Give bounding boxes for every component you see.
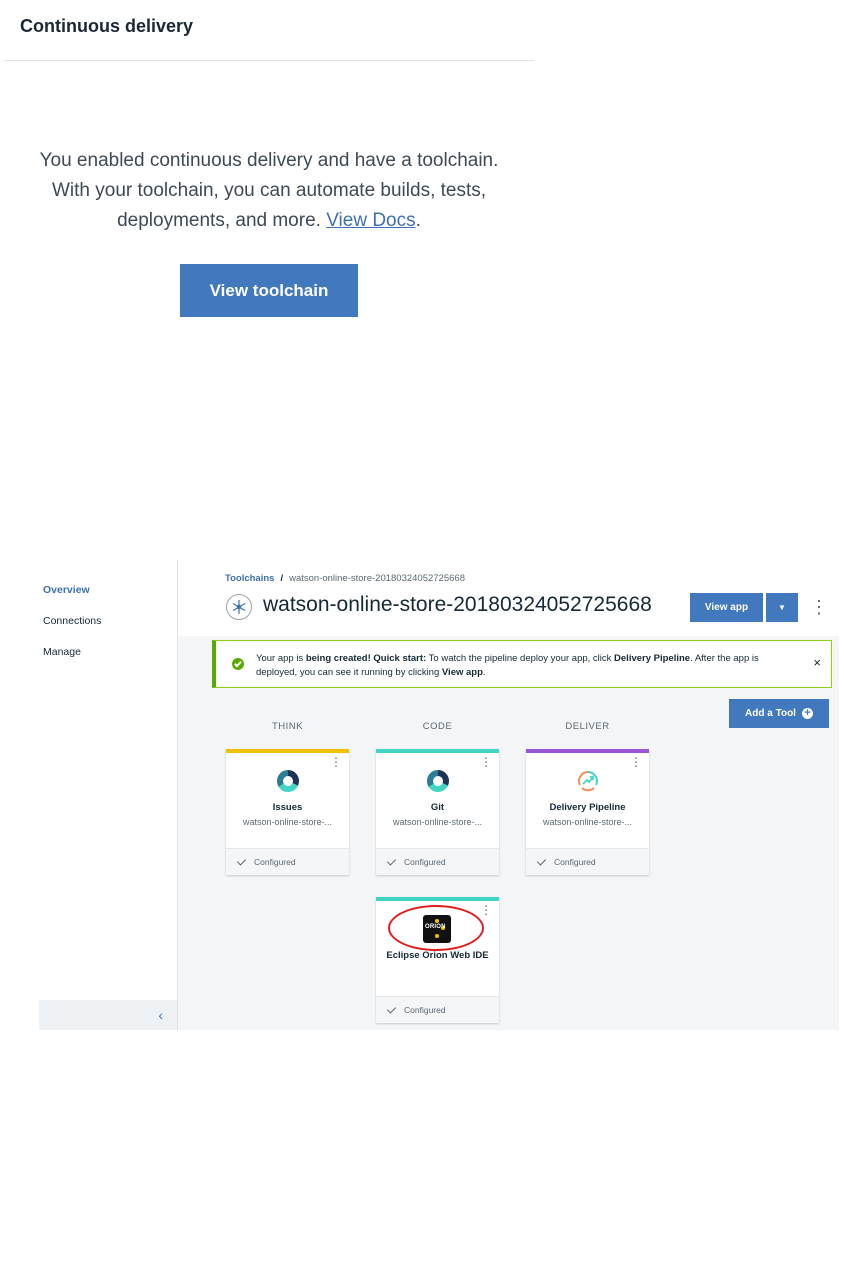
add-tool-label: Add a Tool [745,708,796,719]
status-label: Configured [254,857,296,867]
chevron-left-icon: ‹ [158,1007,163,1023]
status-label: Configured [404,1005,446,1015]
card-menu-icon[interactable]: ⋮ [330,756,342,768]
pipeline-icon [576,769,600,793]
toolchain-title: watson-online-store-20180324052725668 [263,593,652,616]
card-menu-icon[interactable]: ⋮ [480,904,492,916]
check-icon [386,1004,397,1014]
check-icon [536,856,547,866]
overflow-menu-icon[interactable]: ⋮ [810,596,828,618]
page-title: Continuous delivery [20,16,194,36]
card-status: Configured [376,848,499,875]
status-label: Configured [404,857,446,867]
toolchain-message: You enabled continuous delivery and have… [24,146,514,236]
notification-bold: View app [441,667,483,678]
status-label: Configured [554,857,596,867]
view-app-button[interactable]: View app [690,593,763,622]
success-notification: Your app is being created! Quick start: … [212,640,832,688]
close-icon[interactable]: × [813,655,821,670]
notification-bold: Delivery Pipeline [614,653,691,664]
git-icon [426,769,450,793]
card-subtitle: watson-online-store-... [392,817,483,827]
card-color-bar [226,749,349,753]
add-tool-button[interactable]: Add a Tool + [729,699,829,728]
message-text: You enabled continuous delivery and have… [39,150,499,231]
card-color-bar [526,749,649,753]
check-icon [236,856,247,866]
card-menu-icon[interactable]: ⋮ [630,756,642,768]
phase-think: THINK [272,721,303,732]
card-title: Delivery Pipeline [549,802,626,813]
notification-segment: Your app is [256,653,306,664]
breadcrumb-toolchains-link[interactable]: Toolchains [225,573,274,584]
tool-card-issues[interactable]: ⋮ Issues watson-online-store-... Configu… [226,749,349,875]
tool-card-eclipse-orion[interactable]: ⋮ ORION Eclipse Orion Web IDE Configured [376,897,499,1023]
view-toolchain-button[interactable]: View toolchain [180,264,358,317]
notification-bold: Quick start: [373,653,427,664]
plus-icon: + [801,708,813,719]
view-app-dropdown[interactable]: ▼ [766,593,798,622]
sidebar-collapse-button[interactable]: ‹ [39,1000,177,1030]
card-status: Configured [226,848,349,875]
breadcrumb-separator: / [280,573,284,584]
breadcrumb-current: watson-online-store-20180324052725668 [289,573,465,584]
card-status: Configured [376,996,499,1023]
highlight-circle [388,905,484,951]
sidebar-item-connections[interactable]: Connections [43,615,101,627]
toolchain-header: Toolchains / watson-online-store-201803240… [178,560,839,636]
sidebar-item-overview[interactable]: Overview [43,584,90,596]
card-status: Configured [526,848,649,875]
phase-code: CODE [422,721,453,732]
notification-text: Your app is being created! Quick start: … [256,652,796,680]
card-subtitle: watson-online-store-... [242,817,333,827]
notification-segment: . [482,667,486,678]
sidebar: Overview Connections Manage ‹ [39,560,178,1030]
caret-down-icon: ▼ [778,603,786,612]
view-docs-link[interactable]: View Docs [326,210,415,231]
notification-bold: being created! [305,653,371,664]
card-menu-icon[interactable]: ⋮ [480,756,492,768]
issues-icon [276,769,300,793]
checkmark-icon [232,658,244,670]
sidebar-item-manage[interactable]: Manage [43,646,81,658]
toolchain-main: Toolchains / watson-online-store-201803240… [178,560,839,1030]
check-icon [386,856,397,866]
divider [4,60,534,61]
toolchain-view: Overview Connections Manage ‹ Toolchains… [39,560,839,1030]
card-color-bar [376,749,499,753]
breadcrumb: Toolchains / watson-online-store-201803240… [225,573,465,584]
notification-segment: To watch the pipeline deploy your app, c… [426,653,615,664]
tool-card-git[interactable]: ⋮ Git watson-online-store-... Configured [376,749,499,875]
card-color-bar [376,897,499,901]
card-title: Eclipse Orion Web IDE [386,950,489,961]
tool-card-delivery-pipeline[interactable]: ⋮ Delivery Pipeline watson-online-store-… [526,749,649,875]
phase-deliver: DELIVER [565,721,610,732]
card-title: Git [430,802,445,813]
card-title: Issues [272,802,303,813]
card-subtitle: watson-online-store-... [542,817,633,827]
message-end: . [415,210,421,231]
toolchain-icon [226,594,252,620]
